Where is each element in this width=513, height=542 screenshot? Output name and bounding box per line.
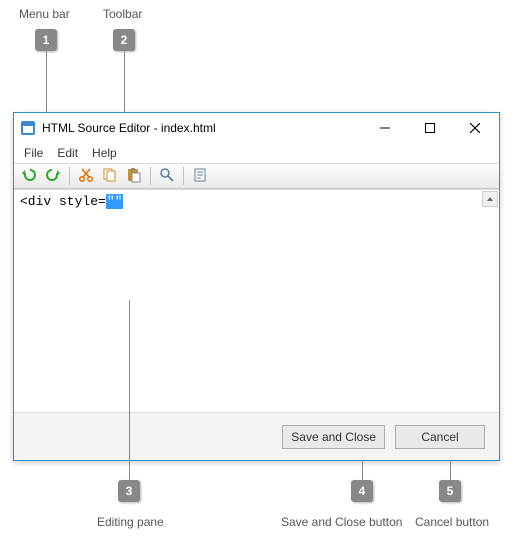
redo-button[interactable] [42,165,64,187]
copy-icon [102,167,118,186]
paste-icon [126,167,142,186]
close-button[interactable] [452,114,497,142]
code-line: <div style="" [20,194,493,209]
callout-label-cancel-button: Cancel button [415,515,489,529]
window-title: HTML Source Editor - index.html [42,121,362,135]
cut-icon [78,167,94,186]
toolbar-separator [69,167,70,185]
cancel-button[interactable]: Cancel [395,425,485,449]
undo-icon [21,167,37,186]
editing-pane[interactable]: <div style="" [14,189,499,412]
app-icon [20,120,36,136]
menu-edit[interactable]: Edit [51,144,84,162]
titlebar: HTML Source Editor - index.html [14,113,499,143]
callout-label-save-button: Save and Close button [281,515,402,529]
menu-file[interactable]: File [18,144,49,162]
undo-button[interactable] [18,165,40,187]
toolbar-separator [183,167,184,185]
window-controls [362,114,497,142]
app-window: HTML Source Editor - index.html File Edi… [13,112,500,461]
callout-marker-1: 1 [35,29,57,51]
callout-line [450,460,451,480]
callout-label-menubar: Menu bar [19,7,70,21]
callout-label-toolbar: Toolbar [103,7,142,21]
save-and-close-button[interactable]: Save and Close [282,425,385,449]
callout-line [46,51,47,113]
callout-marker-4: 4 [351,480,373,502]
callout-marker-5: 5 [439,480,461,502]
scroll-up-button[interactable] [482,191,498,207]
search-icon [159,167,175,186]
minimize-button[interactable] [362,114,407,142]
redo-icon [45,167,61,186]
maximize-button[interactable] [407,114,452,142]
callout-line [362,460,363,480]
menubar: File Edit Help [14,143,499,163]
paste-button[interactable] [123,165,145,187]
wordwrap-icon [192,167,208,186]
toolbar [14,163,499,189]
toolbar-separator [150,167,151,185]
callout-label-editing-pane: Editing pane [97,515,164,529]
button-bar: Save and Close Cancel [14,412,499,460]
callout-marker-3: 3 [118,480,140,502]
cut-button[interactable] [75,165,97,187]
menu-help[interactable]: Help [86,144,123,162]
wordwrap-button[interactable] [189,165,211,187]
copy-button[interactable] [99,165,121,187]
code-selection: "" [106,194,124,209]
code-text: <div style= [20,194,106,209]
callout-marker-2: 2 [113,29,135,51]
find-button[interactable] [156,165,178,187]
callout-line [129,300,130,480]
